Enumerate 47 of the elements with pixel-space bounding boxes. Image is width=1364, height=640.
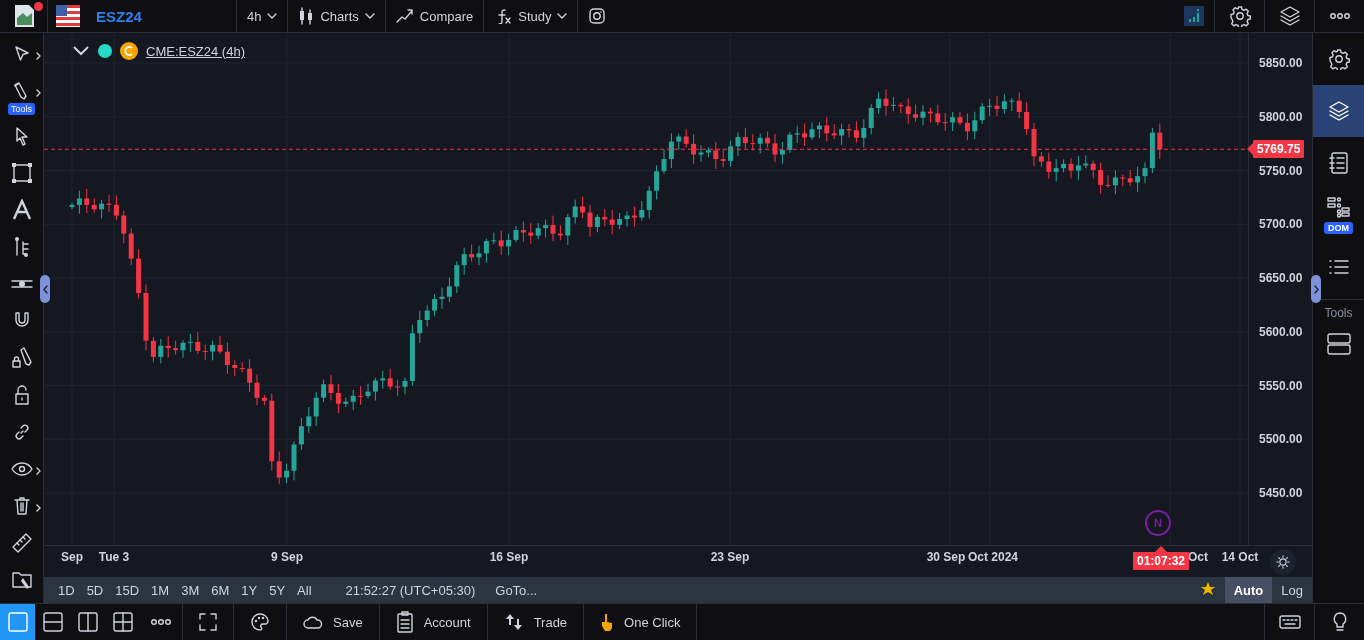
- range-button[interactable]: 15D: [109, 577, 146, 603]
- date-label: Oct 2024: [968, 550, 1019, 564]
- save-button[interactable]: Save: [286, 604, 379, 640]
- one-click-button[interactable]: One Click: [583, 604, 698, 640]
- range-button[interactable]: 5Y: [263, 577, 292, 603]
- date-label: Sep: [61, 550, 83, 564]
- date-label: 16 Sep: [489, 550, 529, 564]
- date-label: 30 Sep: [926, 550, 966, 564]
- scale-toggle[interactable]: Log: [1272, 577, 1312, 603]
- range-button[interactable]: 5D: [80, 577, 110, 603]
- interval-dropdown[interactable]: 4h: [236, 0, 288, 32]
- price-label: 5500.00: [1259, 432, 1303, 447]
- chart-type-dropdown[interactable]: Charts: [287, 0, 385, 32]
- goto-button[interactable]: GoTo...: [489, 581, 544, 599]
- section-label: Tools: [1323, 305, 1354, 322]
- dom-badge: DOM: [1324, 222, 1353, 234]
- date-label: Tue 3: [98, 550, 130, 564]
- scale-toggle[interactable]: Auto: [1224, 577, 1273, 603]
- price-label: 5700.00: [1259, 217, 1303, 232]
- range-button[interactable]: 3M: [175, 577, 206, 603]
- countdown-label: 01:07:32: [1133, 546, 1190, 570]
- range-button[interactable]: 6M: [205, 577, 236, 603]
- range-button[interactable]: All: [291, 577, 318, 603]
- price-label: 5550.00: [1259, 378, 1303, 393]
- price-label: 5850.00: [1259, 56, 1303, 70]
- order-book-panel-button[interactable]: DOM: [1313, 189, 1364, 241]
- last-price-label: 5769.75: [1247, 140, 1305, 159]
- compare-button[interactable]: Compare: [384, 0, 484, 32]
- tools-badge: Tools: [8, 103, 35, 115]
- price-label: 5450.00: [1259, 486, 1303, 500]
- range-button[interactable]: 1D: [52, 577, 81, 603]
- symbol-name[interactable]: ESZ24: [86, 7, 236, 25]
- date-label: Oct: [1188, 550, 1208, 564]
- price-label: 5650.00: [1259, 271, 1303, 285]
- date-label: 14 Oct: [1221, 550, 1259, 564]
- date-label: 23 Sep: [710, 550, 750, 564]
- price-label: 5750.00: [1259, 163, 1303, 178]
- range-button[interactable]: 1Y: [235, 577, 264, 603]
- range-button[interactable]: 1M: [145, 577, 176, 603]
- study-dropdown[interactable]: Study: [483, 0, 578, 32]
- trade-button[interactable]: Trade: [486, 604, 584, 640]
- account-button[interactable]: Account: [378, 604, 487, 640]
- symbol-link[interactable]: CME:ESZ24 (4h): [146, 43, 245, 59]
- clock-time: 21:52:27 (UTC+05:30): [345, 582, 476, 598]
- date-label: 9 Sep: [271, 550, 303, 564]
- price-label: 5600.00: [1259, 324, 1303, 339]
- price-label: 5800.00: [1259, 109, 1303, 124]
